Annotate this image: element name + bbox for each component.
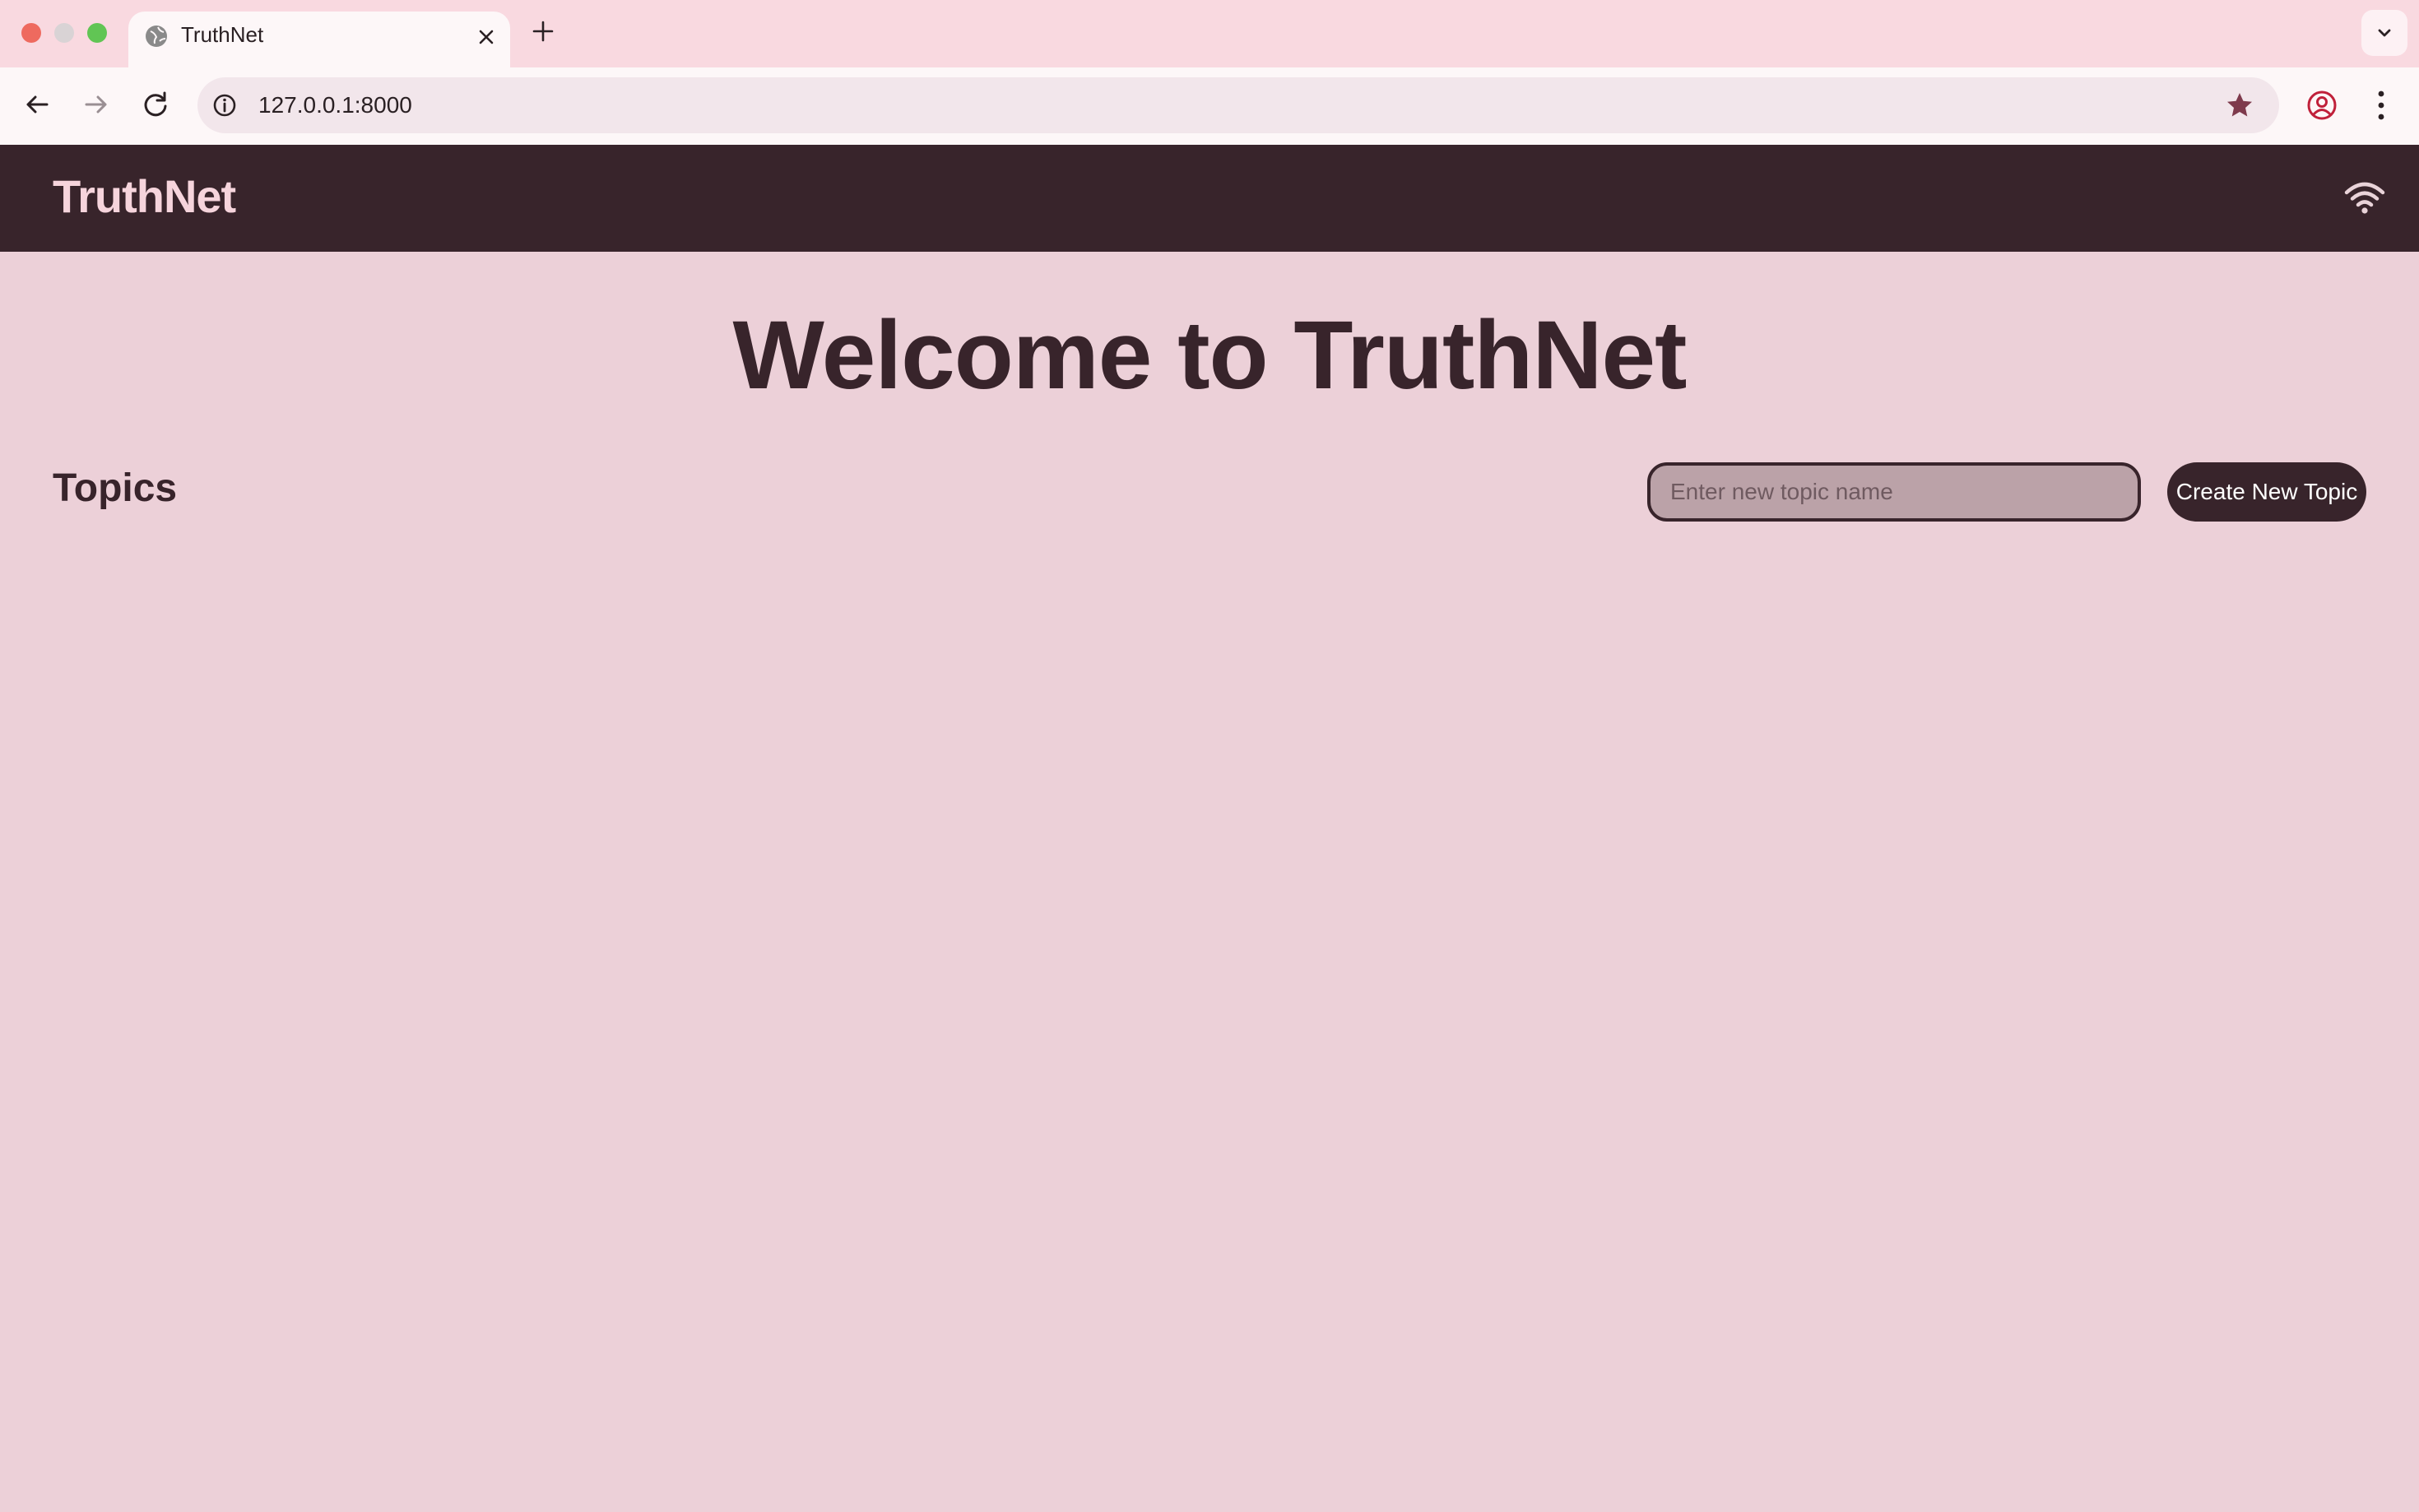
brand-logo[interactable]: TruthNet (53, 169, 236, 223)
browser-toolbar: 127.0.0.1:8000 (0, 67, 2419, 145)
window-minimize-button[interactable] (54, 23, 74, 43)
tab-title: TruthNet (181, 22, 264, 47)
address-url: 127.0.0.1:8000 (258, 92, 412, 118)
page-title: Welcome to TruthNet (732, 301, 1688, 410)
topic-name-input[interactable] (1647, 462, 2141, 522)
star-icon[interactable] (2225, 90, 2254, 120)
reload-icon[interactable] (138, 87, 173, 122)
wifi-icon (2344, 182, 2385, 214)
create-topic-button[interactable]: Create New Topic (2167, 462, 2366, 522)
site-header: TruthNet (0, 145, 2419, 252)
tab-search-button[interactable] (2361, 10, 2407, 56)
plus-icon[interactable] (530, 18, 556, 44)
arrow-left-icon[interactable] (20, 87, 54, 122)
vertical-dots-icon[interactable] (2370, 87, 2393, 123)
chevron-down-icon (2378, 29, 2391, 37)
window-maximize-button[interactable] (87, 23, 107, 43)
address-bar[interactable]: 127.0.0.1:8000 (197, 77, 2279, 133)
arrow-right-icon[interactable] (79, 87, 114, 122)
close-icon[interactable] (474, 25, 499, 49)
info-icon[interactable] (211, 91, 239, 119)
topics-heading: Topics (53, 466, 178, 510)
profile-icon[interactable] (2305, 89, 2338, 122)
browser-tab-strip: TruthNet (0, 0, 2419, 67)
globe-icon (146, 26, 167, 47)
browser-tab[interactable]: TruthNet (128, 12, 510, 67)
window-close-button[interactable] (21, 23, 41, 43)
